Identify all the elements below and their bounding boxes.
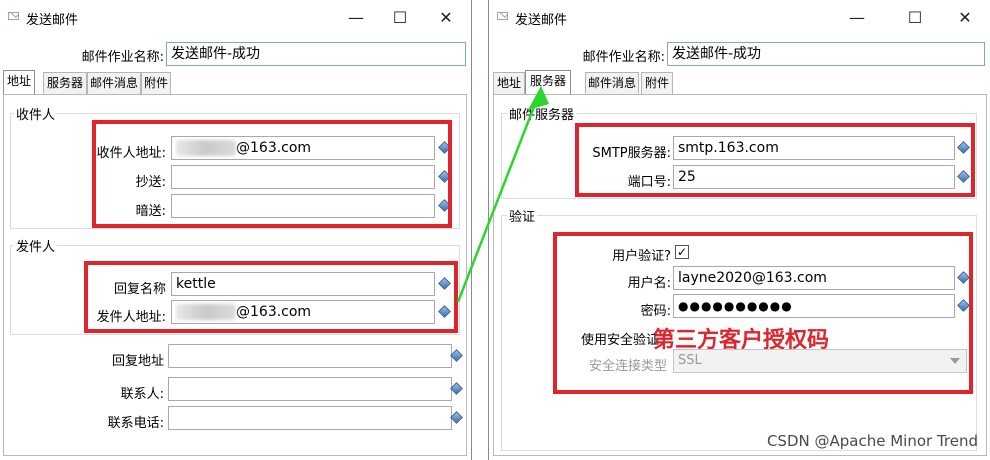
maximize-button[interactable]: ☐ (903, 6, 927, 30)
contact-input[interactable] (168, 377, 452, 401)
window-title: 发送邮件 (26, 13, 79, 28)
minimize-button[interactable]: — (344, 6, 368, 30)
reply-address-label: 回复地址 (111, 354, 164, 369)
mail-icon (497, 12, 508, 20)
minimize-button[interactable]: — (845, 6, 869, 30)
auth-group-title: 验证 (507, 206, 538, 225)
job-name-input[interactable]: 发送邮件-成功 (667, 42, 985, 66)
send-mail-dialog-server: 发送邮件 — ☐ ✕ 邮件作业名称: 发送邮件-成功 地址 服务器 邮件消息 附… (488, 0, 990, 460)
window-title: 发送邮件 (515, 13, 568, 28)
highlight-box-sender (84, 261, 458, 333)
watermark: CSDN @Apache Minor Trend (766, 432, 978, 450)
contact-phone-input[interactable] (168, 406, 452, 430)
sender-group-title: 发件人 (14, 236, 58, 255)
tab-mail-message[interactable]: 邮件消息 (585, 72, 639, 94)
mail-icon (8, 12, 19, 20)
job-name-label: 邮件作业名称: (582, 50, 665, 65)
contact-phone-label: 联系电话: (107, 416, 164, 431)
maximize-button[interactable]: ☐ (388, 6, 412, 30)
highlight-box-server (575, 123, 975, 197)
highlight-box-auth (553, 232, 973, 394)
job-name-label: 邮件作业名称: (81, 50, 164, 65)
tab-attachment[interactable]: 附件 (641, 72, 673, 94)
tab-bar: 地址 服务器 邮件消息 附件 (493, 70, 693, 96)
tab-bar: 地址 服务器 邮件消息 附件 (3, 70, 203, 96)
tab-server[interactable]: 服务器 (525, 70, 571, 94)
job-name-input[interactable]: 发送邮件-成功 (166, 42, 466, 66)
title-bar: 发送邮件 — ☐ ✕ (489, 0, 990, 36)
recipient-group-title: 收件人 (14, 104, 58, 123)
send-mail-dialog-address: 发送邮件 — ☐ ✕ 邮件作业名称: 发送邮件-成功 地址 服务器 邮件消息 附… (0, 0, 472, 460)
tab-server[interactable]: 服务器 (43, 72, 87, 94)
tab-attachment[interactable]: 附件 (141, 72, 171, 94)
close-button[interactable]: ✕ (434, 6, 458, 30)
tab-mail-message[interactable]: 邮件消息 (87, 72, 141, 94)
reply-address-input[interactable] (168, 344, 452, 368)
highlight-box-recipient (92, 120, 452, 228)
contact-label: 联系人: (120, 387, 164, 402)
tab-address[interactable]: 地址 (3, 70, 35, 94)
close-button[interactable]: ✕ (953, 6, 977, 30)
title-bar: 发送邮件 — ☐ ✕ (0, 0, 471, 36)
tab-address[interactable]: 地址 (493, 72, 525, 94)
mail-server-group-title: 邮件服务器 (507, 104, 577, 123)
